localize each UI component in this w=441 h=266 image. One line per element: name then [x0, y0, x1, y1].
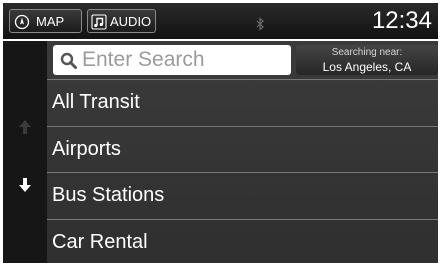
map-button-label: MAP: [36, 14, 65, 29]
list-item[interactable]: Car Rental: [47, 219, 438, 265]
bluetooth-icon: [256, 17, 264, 31]
category-list-panel: Enter Search Searching near: Los Angeles…: [47, 41, 438, 263]
search-placeholder: Enter Search: [82, 48, 205, 71]
searching-near-label: Searching near:: [331, 47, 403, 58]
list-item-label: All Transit: [52, 91, 140, 113]
arrow-up-icon[interactable]: [18, 119, 32, 135]
arrow-down-icon[interactable]: [18, 177, 32, 193]
list-item-label: Car Rental: [52, 231, 148, 253]
scroll-bar[interactable]: [3, 41, 47, 263]
top-status-bar: MAP AUDIO 12:34: [3, 3, 438, 39]
audio-button-label: AUDIO: [110, 14, 152, 29]
compass-icon: [14, 14, 30, 30]
search-icon: [60, 52, 77, 69]
list-item[interactable]: All Transit: [47, 79, 438, 125]
navigation-screen: MAP AUDIO 12:34 Enter Search Searching n…: [0, 0, 441, 266]
list-item[interactable]: Bus Stations: [47, 172, 438, 218]
list-item-label: Bus Stations: [52, 184, 165, 206]
music-note-icon: [91, 14, 107, 30]
searching-near-button[interactable]: Searching near: Los Angeles, CA: [296, 45, 438, 75]
map-button[interactable]: MAP: [9, 9, 82, 33]
searching-near-city: Los Angeles, CA: [322, 60, 412, 74]
audio-button[interactable]: AUDIO: [87, 9, 156, 33]
clock: 12:34: [371, 7, 432, 34]
search-input[interactable]: Enter Search: [53, 45, 291, 75]
list-item-label: Airports: [52, 138, 121, 160]
list-item[interactable]: Airports: [47, 126, 438, 172]
